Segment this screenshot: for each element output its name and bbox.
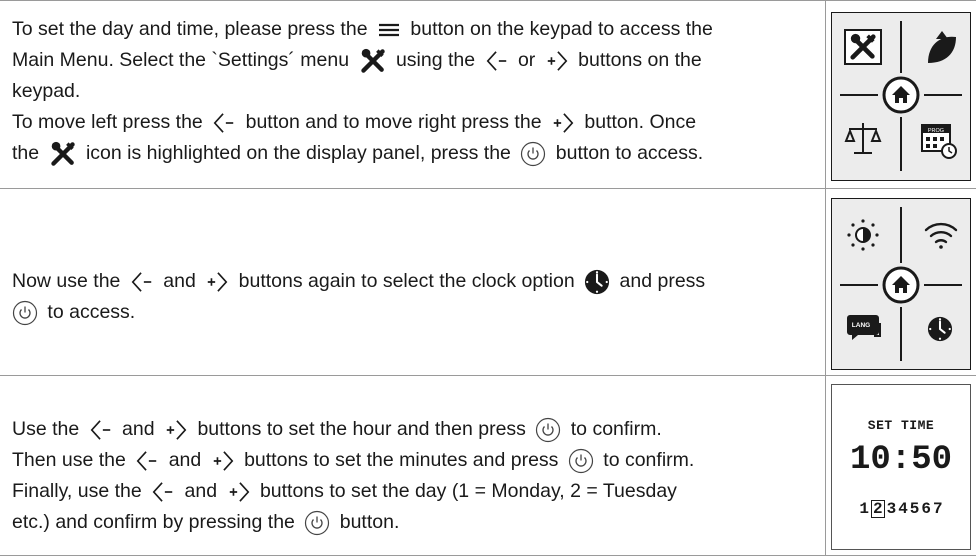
power-button-icon: [520, 141, 546, 167]
eco-leaf-icon: [928, 31, 956, 63]
power-button-icon: [304, 510, 330, 536]
program-calendar-icon: PROG: [921, 124, 957, 159]
day-selector: 1234567: [832, 500, 970, 518]
right-arrow-icon: [211, 449, 235, 473]
right-arrow-icon: [205, 270, 229, 294]
day-digit-selected: 2: [870, 500, 885, 518]
right-arrow-icon: [227, 480, 251, 504]
settings-tools-icon: [359, 48, 387, 74]
day-digit: 7: [933, 500, 943, 518]
day-digit: 3: [886, 500, 897, 518]
svg-text:LANG: LANG: [852, 322, 870, 329]
left-arrow-icon: [485, 49, 509, 73]
instruction-row-3: Use the and buttons to set the hour and …: [12, 414, 812, 538]
main-menu-display-panel: PROG: [831, 12, 971, 181]
home-icon: [884, 268, 918, 302]
right-arrow-icon: [164, 418, 188, 442]
power-button-icon: [12, 300, 38, 326]
set-time-display-panel: SET TIME 10:50 1234567: [831, 384, 971, 550]
power-button-icon: [568, 448, 594, 474]
day-digit: 6: [921, 500, 932, 518]
settings-tools-icon: [49, 141, 77, 167]
table-border-top: [0, 0, 976, 1]
left-arrow-icon: [130, 270, 154, 294]
instruction-row-2: Now use the and buttons again to select …: [12, 266, 812, 328]
settings-tools-icon: [844, 29, 882, 65]
instruction-row-1: To set the day and time, please press th…: [12, 14, 812, 169]
row-divider: [0, 188, 976, 189]
clock-icon: [928, 317, 952, 341]
language-icon: LANG: [847, 315, 881, 340]
day-digit: 4: [898, 500, 908, 518]
right-arrow-icon: [545, 49, 569, 73]
column-divider: [825, 0, 826, 556]
left-arrow-icon: [212, 111, 236, 135]
svg-text:PROG: PROG: [928, 128, 944, 134]
home-icon: [884, 78, 918, 112]
power-button-icon: [535, 417, 561, 443]
day-digit: 5: [909, 500, 920, 518]
time-value: 10:50: [849, 441, 953, 479]
set-time-title: SET TIME: [867, 418, 935, 433]
settings-submenu-display-panel: LANG: [831, 198, 971, 370]
day-digit: 1: [859, 500, 869, 518]
right-arrow-icon: [551, 111, 575, 135]
clock-icon: [584, 269, 610, 295]
row-divider: [0, 375, 976, 376]
wifi-icon: [924, 222, 958, 249]
brightness-icon: [847, 219, 879, 251]
menu-icon: [377, 22, 401, 38]
left-arrow-icon: [151, 480, 175, 504]
balance-scale-icon: [844, 123, 882, 154]
left-arrow-icon: [89, 418, 113, 442]
left-arrow-icon: [135, 449, 159, 473]
